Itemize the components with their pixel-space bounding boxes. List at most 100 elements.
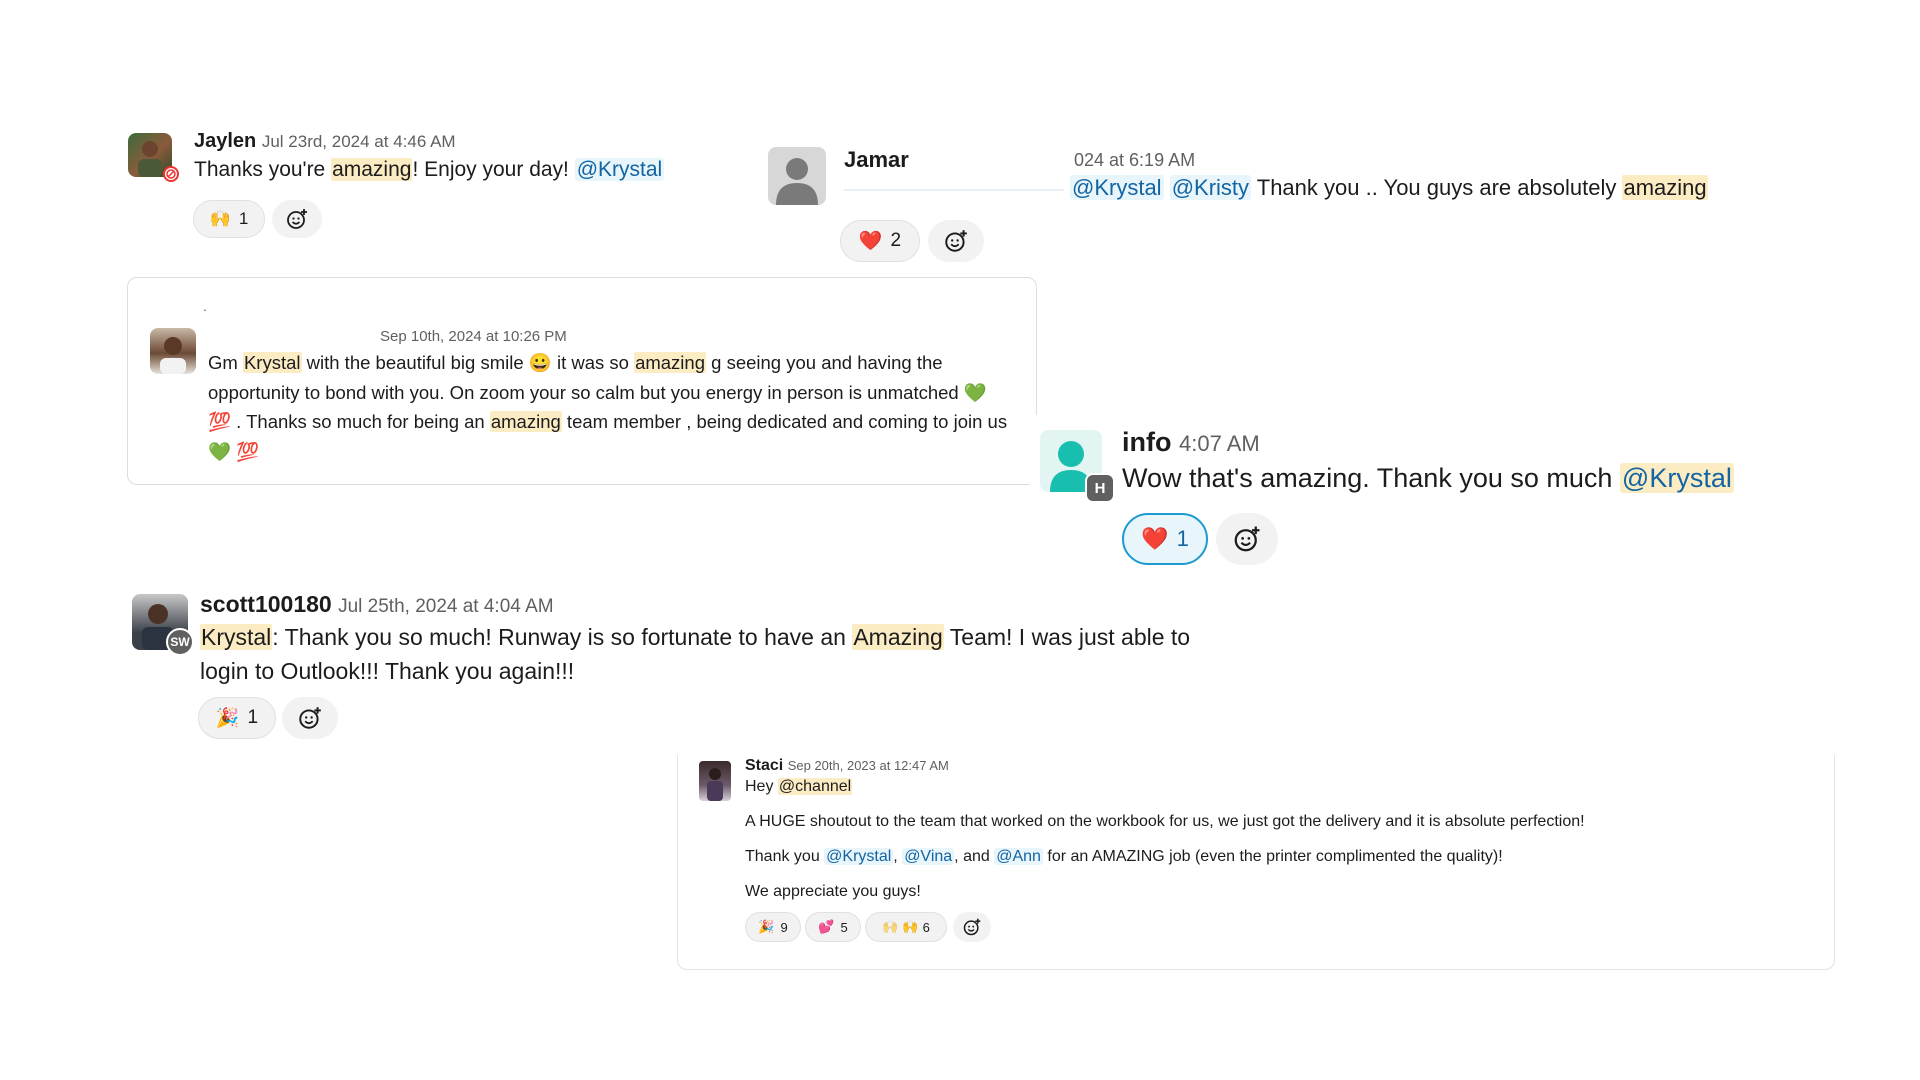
text-segment: it was so (551, 352, 635, 373)
reaction-sparkling-heart[interactable]: 💕 5 (805, 912, 861, 942)
quoted-message-card: . Sep 10th, 2024 at 10:26 PM Gm Krystal … (127, 277, 1037, 485)
person-photo-icon (160, 337, 186, 374)
reaction-party-popper[interactable]: 🎉 1 (198, 697, 276, 739)
timestamp[interactable]: 4:07 AM (1179, 431, 1260, 456)
text-segment: Thanks you're (194, 158, 332, 181)
timestamp[interactable]: 024 at 6:19 AM (1074, 150, 1195, 171)
mention-ann[interactable]: @Ann (994, 848, 1043, 865)
raised-hands-icon: 🙌 (882, 919, 899, 934)
highlight: Amazing (852, 624, 944, 650)
default-avatar-icon (776, 158, 818, 205)
mention-channel[interactable]: @channel (777, 778, 853, 795)
text-segment: , (893, 848, 903, 865)
add-reaction-icon (287, 209, 307, 229)
add-reaction-button[interactable] (928, 220, 984, 262)
text-segment: Gm (208, 352, 243, 373)
message-line-2: A HUGE shoutout to the team that worked … (745, 813, 1585, 830)
message-line-3: Thank you @Krystal, @Vina, and @Ann for … (745, 848, 1503, 866)
status-badge: SW (166, 628, 194, 656)
highlight: Krystal (200, 624, 273, 650)
party-popper-icon: 🎉 (758, 919, 775, 934)
author-name[interactable]: info (1122, 427, 1171, 457)
reaction-count: 1 (247, 707, 259, 728)
text-segment: Hey (745, 778, 778, 795)
message-scott: SW scott100180 Jul 25th, 2024 at 4:04 AM… (118, 585, 1190, 745)
party-popper-icon: 🎉 (215, 708, 240, 729)
avatar-staci[interactable] (699, 761, 731, 801)
message-header: Staci Sep 20th, 2023 at 12:47 AM (745, 757, 949, 775)
add-reaction-button[interactable] (1216, 513, 1278, 565)
timestamp[interactable]: Jul 25th, 2024 at 4:04 AM (338, 596, 554, 617)
text-segment: , and (954, 848, 995, 865)
message-header: scott100180 Jul 25th, 2024 at 4:04 AM (200, 591, 554, 618)
text-segment: Thank you (745, 848, 825, 865)
timestamp[interactable]: Jul 23rd, 2024 at 4:46 AM (262, 132, 456, 151)
timestamp[interactable]: Sep 10th, 2024 at 10:26 PM (380, 328, 567, 345)
avatar-jamar[interactable] (768, 147, 826, 205)
reaction-red-heart[interactable]: ❤️ 1 (1122, 513, 1208, 565)
highlight: amazing (634, 352, 706, 373)
message-header: Jaylen Jul 23rd, 2024 at 4:46 AM (194, 130, 456, 153)
add-reaction-button[interactable] (953, 912, 991, 942)
author-name[interactable]: scott100180 (200, 591, 332, 617)
message-body: Gm Krystal with the beautiful big smile … (208, 348, 1008, 466)
text-segment: ! Enjoy your day! (412, 158, 575, 181)
message-body: @Krystal @Kristy Thank you .. You guys a… (1070, 175, 1708, 201)
message-body: Wow that's amazing. Thank you so much @K… (1122, 463, 1734, 494)
reaction-count: 2 (890, 230, 902, 251)
mention-krystal[interactable]: @Krystal (574, 158, 665, 181)
text-segment: . Thanks so much for being an (231, 411, 490, 432)
text-segment: : Thank you so much! Runway is so fortun… (272, 624, 853, 650)
status-badge (163, 166, 179, 182)
green-heart-icon: 💚 (963, 381, 987, 403)
highlight: amazing (1622, 175, 1708, 200)
reaction-red-heart[interactable]: ❤️ 2 (840, 220, 920, 262)
text-segment: Wow that's amazing. Thank you so much (1122, 463, 1620, 493)
timestamp[interactable]: Sep 20th, 2023 at 12:47 AM (788, 758, 949, 773)
raised-hands-icon: 🙌 (902, 919, 919, 934)
red-heart-icon: ❤️ (1141, 526, 1169, 551)
add-reaction-icon (945, 230, 967, 252)
text-segment: Thank you .. You guys are absolutely (1251, 175, 1623, 200)
reaction-count: 6 (922, 919, 930, 935)
text-segment: with the beautiful big smile (301, 352, 529, 373)
mention-krystal[interactable]: @Krystal (1619, 463, 1734, 493)
message-line-4: We appreciate you guys! (745, 883, 921, 900)
text-segment: team member , being dedicated and coming… (561, 411, 1008, 432)
text-segment: for an AMAZING job (even the printer com… (1042, 848, 1503, 865)
reaction-count: 1 (238, 209, 249, 228)
mention-kristy[interactable]: @Kristy (1169, 175, 1252, 200)
message-header: info 4:07 AM (1122, 427, 1260, 458)
reaction-party-popper[interactable]: 🎉 9 (745, 912, 801, 942)
message-info: H info 4:07 AM Wow that's amazing. Thank… (1030, 415, 1890, 575)
mention-krystal[interactable]: @Krystal (824, 848, 894, 865)
author-name[interactable]: Jamar (844, 147, 909, 173)
reaction-raised-hands[interactable]: 🙌 1 (193, 200, 265, 238)
author-name[interactable]: Jaylen (194, 130, 256, 152)
add-reaction-button[interactable] (272, 200, 322, 238)
raised-hands-icon: 🙌 (209, 209, 231, 228)
mention-krystal[interactable]: @Krystal (1070, 175, 1164, 200)
message-jamar: Jamar 024 at 6:19 AM @Krystal @Kristy Th… (750, 135, 1800, 265)
red-heart-icon: ❤️ (858, 231, 883, 252)
highlight: amazing (489, 411, 562, 432)
add-reaction-icon (963, 918, 981, 936)
message-body: Krystal: Thank you so much! Runway is so… (200, 620, 1200, 688)
person-photo-icon (707, 768, 723, 801)
add-reaction-icon (1234, 526, 1260, 552)
message-jaylen: Jaylen Jul 23rd, 2024 at 4:46 AM Thanks … (110, 128, 750, 248)
grinning-face-icon: 😀 (528, 352, 552, 373)
reaction-raised-hands[interactable]: 🙌 🙌 6 (865, 912, 947, 942)
highlight: amazing (331, 158, 413, 181)
mention-vina[interactable]: @Vina (902, 848, 955, 865)
add-reaction-button[interactable] (282, 697, 338, 739)
author-name[interactable]: Staci (745, 757, 783, 774)
green-heart-icon: 💚 (208, 440, 232, 462)
sparkling-heart-icon: 💕 (818, 919, 835, 934)
message-staci: Staci Sep 20th, 2023 at 12:47 AM Hey @ch… (677, 755, 1835, 970)
avatar-quoted-author[interactable] (150, 328, 196, 374)
hundred-points-icon: 💯 (208, 411, 232, 432)
reaction-count: 9 (780, 919, 788, 935)
redacted-name: . (203, 298, 207, 314)
status-badge: H (1085, 473, 1115, 503)
